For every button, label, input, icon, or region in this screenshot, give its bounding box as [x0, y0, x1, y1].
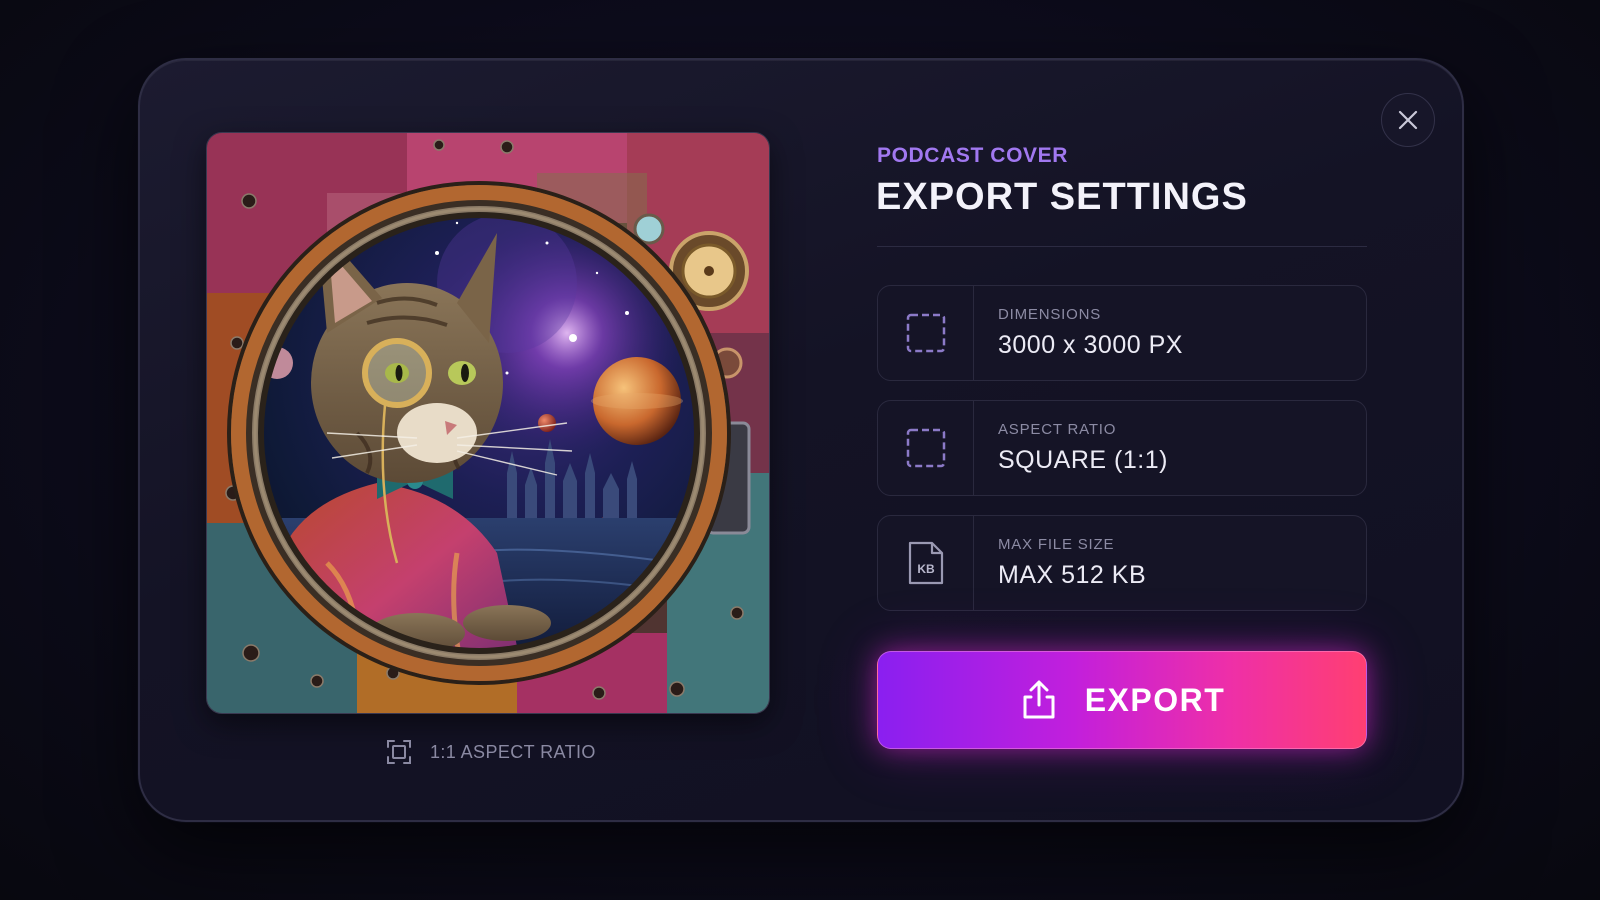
dashed-square-icon [906, 313, 945, 353]
export-button[interactable]: EXPORT [877, 651, 1367, 749]
share-upload-icon [1023, 680, 1055, 719]
dialog-eyebrow: PODCAST COVER [877, 144, 1068, 167]
setting-value: SQUARE (1:1) [998, 446, 1168, 474]
kb-file-icon: KB [908, 541, 943, 585]
setting-label: DIMENSIONS [998, 306, 1102, 323]
kb-icon-text: KB [917, 562, 935, 576]
preview-caption-text: 1:1 ASPECT RATIO [430, 741, 596, 762]
cover-art-preview [206, 132, 770, 714]
dialog-title: EXPORT SETTINGS [876, 176, 1248, 218]
aspect-ratio-icon [387, 740, 411, 764]
setting-value: MAX 512 KB [998, 561, 1147, 589]
setting-max-file-size: KB MAX FILE SIZE MAX 512 KB [877, 515, 1367, 611]
title-divider [877, 246, 1367, 247]
close-button[interactable] [1381, 93, 1435, 147]
setting-aspect-ratio: ASPECT RATIO SQUARE (1:1) [877, 400, 1367, 496]
preview-caption: 1:1 ASPECT RATIO [386, 738, 596, 766]
dashed-square-icon [906, 428, 945, 468]
setting-dimensions: DIMENSIONS 3000 x 3000 PX [877, 285, 1367, 381]
setting-label: ASPECT RATIO [998, 421, 1117, 438]
setting-value: 3000 x 3000 PX [998, 331, 1183, 359]
close-icon [1398, 110, 1418, 130]
cover-art-image [207, 133, 769, 713]
setting-label: MAX FILE SIZE [998, 536, 1115, 553]
export-button-label: EXPORT [1084, 681, 1226, 718]
